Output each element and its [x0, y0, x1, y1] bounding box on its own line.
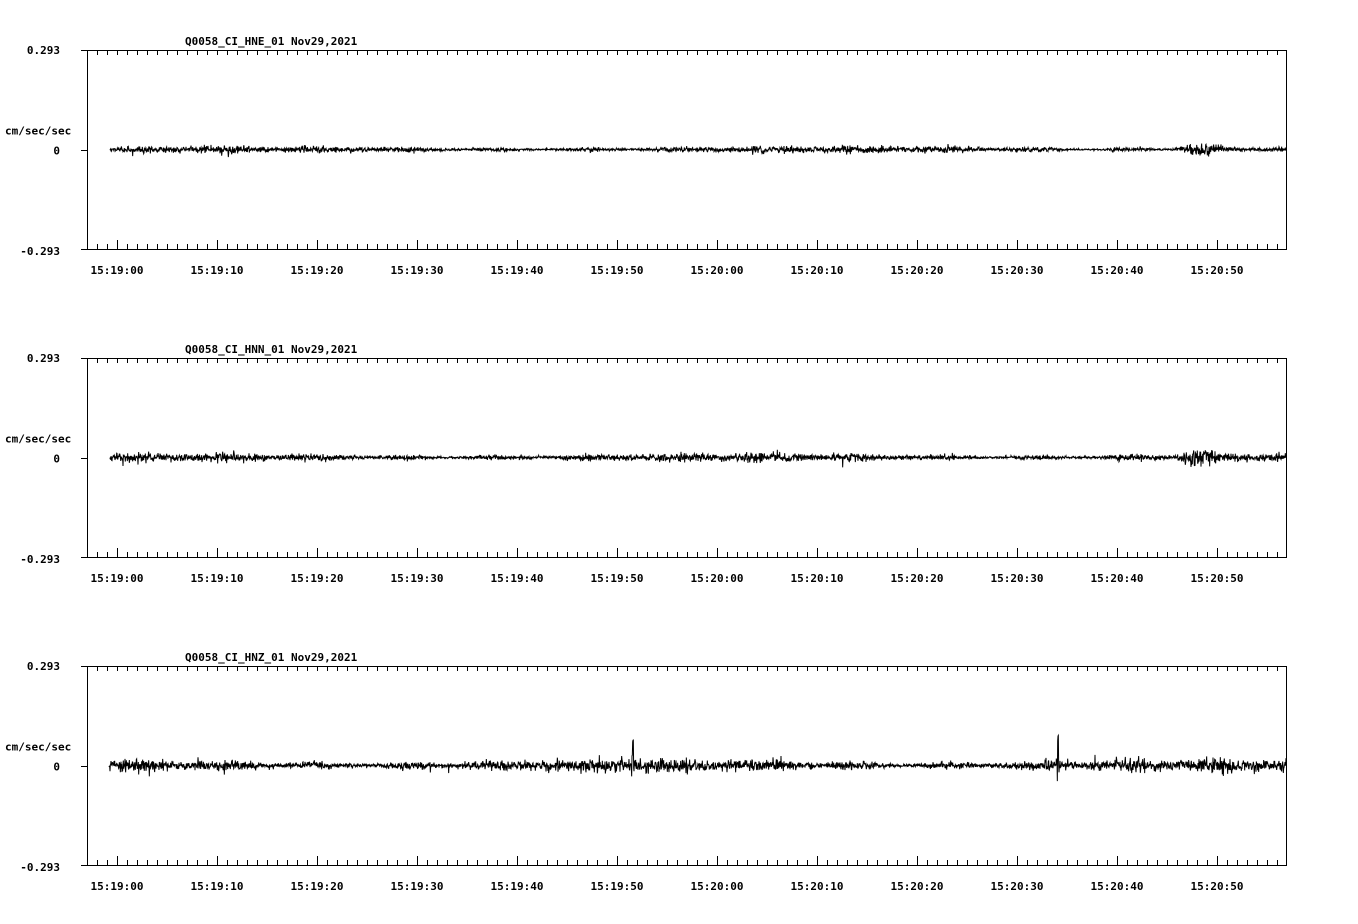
panel-1: Q0058_CI_HNE_01 Nov29,2021 0.293 0 -0.293 cm… — [5, 35, 1287, 277]
x-tick-label: 15:19:10 — [191, 880, 244, 893]
x-tick-label: 15:20:00 — [691, 880, 744, 893]
y-tick-label-zero: 0 — [53, 145, 60, 158]
x-tick-label: 15:19:30 — [391, 572, 444, 585]
panel-title: Q0058_CI_HNE_01 Nov29,2021 — [185, 35, 358, 48]
x-tick-label: 15:20:40 — [1091, 880, 1144, 893]
x-tick-label: 15:20:10 — [791, 572, 844, 585]
seismic-trace — [109, 143, 1287, 158]
x-tick-label: 15:19:50 — [591, 264, 644, 277]
seismic-trace — [108, 733, 1287, 782]
y-tick-label-min: -0.293 — [20, 245, 60, 258]
x-tick-label: 15:19:00 — [91, 264, 144, 277]
panel-2: Q0058_CI_HNN_01 Nov29,2021 0.293 0 -0.293 cm… — [5, 343, 1287, 585]
y-tick-label-zero: 0 — [53, 453, 60, 466]
x-tick-label: 15:19:10 — [191, 572, 244, 585]
x-tick-label: 15:20:30 — [991, 264, 1044, 277]
y-tick-label-zero: 0 — [53, 761, 60, 774]
y-axis-label: cm/sec/sec — [5, 433, 71, 446]
x-tick-label: 15:19:00 — [91, 880, 144, 893]
panel-title: Q0058_CI_HNZ_01 Nov29,2021 — [185, 651, 358, 664]
x-tick-label: 15:20:50 — [1191, 880, 1244, 893]
x-tick-label: 15:19:00 — [91, 572, 144, 585]
x-tick-label: 15:19:50 — [591, 880, 644, 893]
x-tick-label: 15:20:50 — [1191, 264, 1244, 277]
x-tick-label: 15:20:40 — [1091, 572, 1144, 585]
panel-3: Q0058_CI_HNZ_01 Nov29,2021 0.293 0 -0.293 cm… — [5, 651, 1287, 893]
x-tick-label: 15:19:30 — [391, 264, 444, 277]
y-axis-label: cm/sec/sec — [5, 741, 71, 754]
x-tick-label: 15:20:10 — [791, 264, 844, 277]
panel-title: Q0058_CI_HNN_01 Nov29,2021 — [185, 343, 358, 356]
x-tick-label: 15:20:40 — [1091, 264, 1144, 277]
y-tick-label-max: 0.293 — [27, 660, 60, 673]
x-tick-label: 15:19:20 — [291, 264, 344, 277]
x-tick-label: 15:20:00 — [691, 264, 744, 277]
y-tick-label-min: -0.293 — [20, 861, 60, 874]
x-tick-label: 15:20:30 — [991, 572, 1044, 585]
y-tick-label-max: 0.293 — [27, 352, 60, 365]
x-tick-label: 15:20:50 — [1191, 572, 1244, 585]
x-tick-label: 15:19:20 — [291, 572, 344, 585]
x-tick-label: 15:20:10 — [791, 880, 844, 893]
x-tick-label: 15:19:50 — [591, 572, 644, 585]
seismogram-figure: Q0058_CI_HNE_01 Nov29,2021 0.293 0 -0.293 cm… — [5, 35, 1287, 893]
x-tick-label: 15:20:30 — [991, 880, 1044, 893]
x-tick-label: 15:19:30 — [391, 880, 444, 893]
x-tick-label: 15:20:20 — [891, 572, 944, 585]
seismic-trace — [109, 449, 1287, 468]
x-tick-label: 15:19:20 — [291, 880, 344, 893]
x-tick-label: 15:19:40 — [491, 880, 544, 893]
y-tick-label-max: 0.293 — [27, 44, 60, 57]
x-tick-label: 15:19:40 — [491, 572, 544, 585]
x-tick-label: 15:20:00 — [691, 572, 744, 585]
x-tick-label: 15:19:40 — [491, 264, 544, 277]
x-tick-label: 15:19:10 — [191, 264, 244, 277]
y-tick-label-min: -0.293 — [20, 553, 60, 566]
x-tick-label: 15:20:20 — [891, 880, 944, 893]
x-tick-label: 15:20:20 — [891, 264, 944, 277]
y-axis-label: cm/sec/sec — [5, 125, 71, 138]
